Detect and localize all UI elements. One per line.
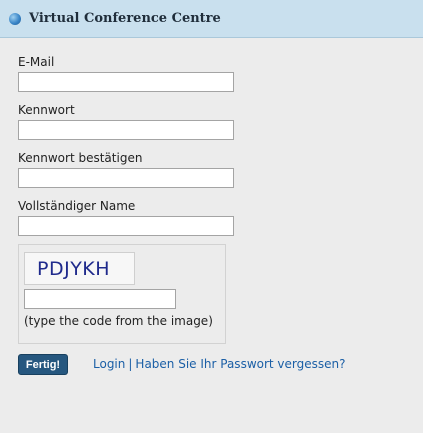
submit-button[interactable]: Fertig! <box>18 354 68 375</box>
full-name-label: Vollständiger Name <box>18 199 136 213</box>
confirm-password-label: Kennwort bestätigen <box>18 151 143 165</box>
email-field[interactable] <box>18 72 234 92</box>
captcha-hint: (type the code from the image) <box>24 314 213 328</box>
login-link[interactable]: Login <box>93 357 125 371</box>
captcha-image: PDJYKH <box>24 252 135 285</box>
forgot-password-link[interactable]: Haben Sie Ihr Passwort vergessen? <box>135 357 345 371</box>
globe-icon <box>9 13 21 25</box>
email-label: E-Mail <box>18 55 55 69</box>
app-title: Virtual Conference Centre <box>29 11 221 26</box>
auth-links: Login | Haben Sie Ihr Passwort vergessen? <box>93 357 346 371</box>
link-separator: | <box>128 357 133 371</box>
captcha-input[interactable] <box>24 289 176 309</box>
confirm-password-field[interactable] <box>18 168 234 188</box>
captcha-code: PDJYKH <box>37 258 111 280</box>
password-field[interactable] <box>18 120 234 140</box>
password-label: Kennwort <box>18 103 75 117</box>
app-header: Virtual Conference Centre <box>0 0 423 38</box>
full-name-field[interactable] <box>18 216 234 236</box>
